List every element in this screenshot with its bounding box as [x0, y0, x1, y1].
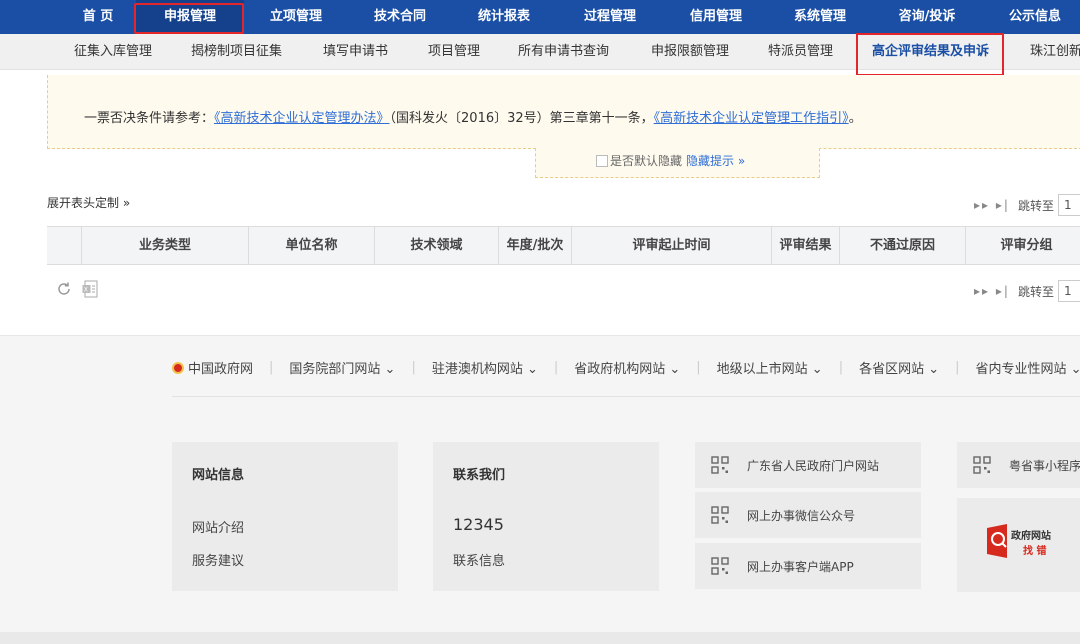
- subnav-project-management[interactable]: 项目管理: [428, 34, 480, 70]
- table-tools: X: [56, 280, 108, 302]
- footer-divider: [172, 396, 1080, 397]
- nav-public-info[interactable]: 公示信息: [990, 0, 1080, 34]
- link-other-provinces[interactable]: 各省区网站 ⌄: [859, 358, 939, 377]
- nav-tech-contract[interactable]: 技术合同: [348, 0, 452, 34]
- pager-bottom: ▸▸ ▸| 跳转至 1: [974, 280, 1080, 302]
- column-business-type[interactable]: 业务类型: [81, 227, 248, 265]
- footer-site-links: 中国政府网 | 国务院部门网站 ⌄ | 驻港澳机构网站 ⌄ | 省政府机构网站 …: [172, 358, 1080, 377]
- nav-credit-management[interactable]: 信用管理: [664, 0, 768, 34]
- pager-top: ▸▸ ▸| 跳转至 1: [974, 194, 1080, 216]
- page-jump-input[interactable]: 1: [1057, 194, 1080, 216]
- qr-wechat-official-label: 网上办事微信公众号: [747, 508, 856, 523]
- subnav-all-applications[interactable]: 所有申请书查询: [518, 34, 609, 70]
- pager-last-icon[interactable]: ▸▸ ▸|: [974, 198, 1010, 212]
- link-provincial-agencies[interactable]: 省政府机构网站 ⌄: [574, 358, 680, 377]
- column-checkbox: [47, 227, 81, 265]
- error-report-line1: 政府网站: [1011, 531, 1051, 542]
- link-hk-macao-offices[interactable]: 驻港澳机构网站 ⌄: [432, 358, 538, 377]
- notice-box: 一票否决条件请参考：《高新技术企业认定管理办法》（国科发火〔2016〕32号）第…: [47, 75, 1080, 149]
- expand-header-customize[interactable]: 展开表头定制 »: [47, 194, 130, 211]
- qr-wechat-official[interactable]: 网上办事微信公众号: [695, 492, 921, 538]
- refresh-icon[interactable]: [56, 281, 72, 301]
- site-info-card: 网站信息 网站介绍 服务建议: [172, 442, 398, 591]
- notice-text: 一票否决条件请参考：《高新技术企业认定管理办法》（国科发火〔2016〕32号）第…: [84, 107, 862, 126]
- pager-jump-label: 跳转至: [1017, 198, 1054, 213]
- national-emblem-icon: [172, 361, 184, 374]
- qr-yueshengshi-label: 粤省事小程序: [1009, 458, 1080, 473]
- column-review-group[interactable]: 评审分组: [965, 227, 1080, 265]
- column-year-batch[interactable]: 年度/批次: [498, 227, 571, 265]
- pager-last-icon-bottom[interactable]: ▸▸ ▸|: [974, 284, 1010, 298]
- link-gov-cn[interactable]: 中国政府网: [188, 358, 253, 377]
- service-suggestion-link[interactable]: 服务建议: [192, 550, 244, 569]
- contact-card: 联系我们 12345 联系信息: [433, 442, 659, 591]
- default-hide-checkbox[interactable]: [596, 154, 608, 167]
- qr-client-app-label: 网上办事客户端APP: [747, 559, 854, 574]
- column-review-result[interactable]: 评审结果: [771, 227, 839, 265]
- footer: 中国政府网 | 国务院部门网站 ⌄ | 驻港澳机构网站 ⌄ | 省政府机构网站 …: [0, 335, 1080, 644]
- highlight-box-sub: [856, 33, 1004, 76]
- subnav-fill-application[interactable]: 填写申请书: [323, 34, 388, 70]
- subnav-quota-management[interactable]: 申报限额管理: [651, 34, 729, 70]
- site-info-title: 网站信息: [192, 468, 245, 483]
- qr-gd-gov-portal[interactable]: 广东省人民政府门户网站: [695, 442, 921, 488]
- nav-consult-complaint[interactable]: 咨询/投诉: [872, 0, 982, 34]
- qr-code-icon: [711, 557, 729, 575]
- hide-tip-bar: 是否默认隐藏 隐藏提示 »: [535, 148, 820, 178]
- site-intro-link[interactable]: 网站介绍: [192, 517, 244, 536]
- notice-link-measures[interactable]: 《高新技术企业认定管理办法》: [214, 111, 390, 126]
- nav-home[interactable]: 首 页: [62, 0, 134, 34]
- qr-client-app[interactable]: 网上办事客户端APP: [695, 543, 921, 589]
- link-city-sites[interactable]: 地级以上市网站 ⌄: [717, 358, 823, 377]
- notice-middle: （国科发火〔2016〕32号）第三章第十一条，: [389, 111, 654, 126]
- pager-jump-label-bottom: 跳转至: [1017, 284, 1054, 299]
- column-unit-name[interactable]: 单位名称: [248, 227, 374, 265]
- column-fail-reason[interactable]: 不通过原因: [839, 227, 965, 265]
- gov-site-error-report[interactable]: 政府网站 找 错: [957, 498, 1080, 592]
- column-tech-field[interactable]: 技术领域: [374, 227, 498, 265]
- qr-code-icon: [973, 456, 991, 474]
- default-hide-label: 是否默认隐藏: [610, 154, 683, 168]
- contact-info-link[interactable]: 联系信息: [453, 550, 505, 569]
- notice-prefix: 一票否决条件请参考：: [84, 111, 215, 126]
- nav-project-approval[interactable]: 立项管理: [244, 0, 348, 34]
- bottom-strip: [0, 632, 1080, 644]
- subnav-collection-management[interactable]: 征集入库管理: [74, 34, 152, 70]
- hide-tip-toggle[interactable]: 隐藏提示 »: [686, 152, 745, 169]
- table-header: 业务类型 单位名称 技术领域 年度/批次 评审起止时间 评审结果 不通过原因 评…: [47, 226, 1080, 265]
- qr-code-icon: [711, 456, 729, 474]
- contact-title: 联系我们: [453, 468, 506, 483]
- subnav-open-bidding[interactable]: 揭榜制项目征集: [191, 34, 282, 70]
- subnav-pearl-river-innovation[interactable]: 珠江创新: [1030, 34, 1080, 70]
- column-review-period[interactable]: 评审起止时间: [571, 227, 771, 265]
- notice-suffix: 。: [848, 111, 862, 126]
- error-report-line2: 找 错: [1023, 546, 1047, 557]
- nav-process-management[interactable]: 过程管理: [556, 0, 664, 34]
- nav-declaration-management[interactable]: 申报管理: [136, 0, 244, 34]
- contact-phone: 12345: [453, 515, 504, 534]
- notice-link-guidelines[interactable]: 《高新技术企业认定管理工作指引》: [654, 111, 849, 126]
- qr-gd-gov-portal-label: 广东省人民政府门户网站: [747, 458, 880, 473]
- qr-code-icon: [711, 506, 729, 524]
- link-professional-sites[interactable]: 省内专业性网站 ⌄: [976, 358, 1080, 377]
- nav-system-management[interactable]: 系统管理: [768, 0, 872, 34]
- top-nav: 首 页 申报管理 立项管理 技术合同 统计报表 过程管理 信用管理 系统管理 咨…: [0, 0, 1080, 34]
- link-state-council-depts[interactable]: 国务院部门网站 ⌄: [289, 358, 395, 377]
- page-jump-input-bottom[interactable]: 1: [1057, 280, 1080, 302]
- excel-export-icon[interactable]: X: [82, 280, 98, 302]
- svg-text:X: X: [84, 287, 88, 294]
- nav-statistics-report[interactable]: 统计报表: [452, 0, 556, 34]
- subnav-commissioner-management[interactable]: 特派员管理: [768, 34, 833, 70]
- qr-yueshengshi-miniprogram[interactable]: 粤省事小程序: [957, 442, 1080, 488]
